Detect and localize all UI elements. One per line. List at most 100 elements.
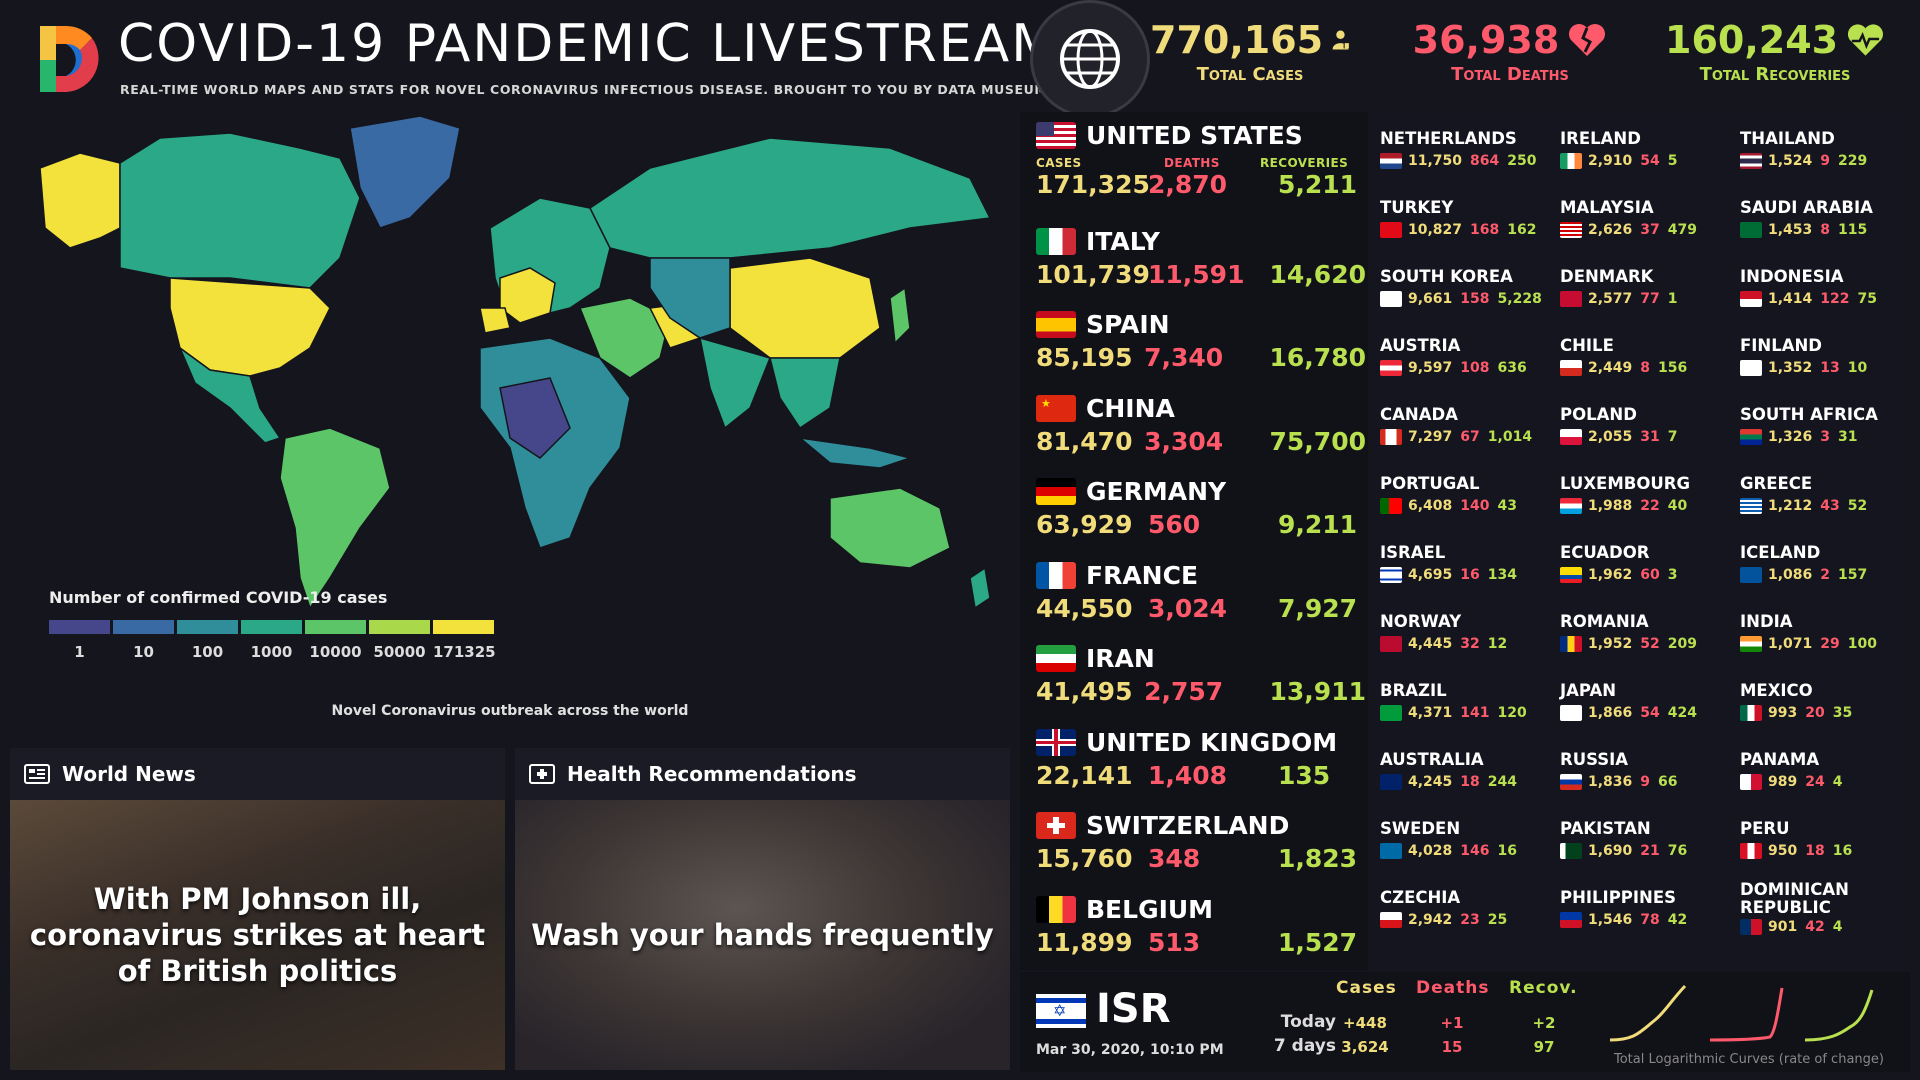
nl-flag-icon <box>1380 153 1402 169</box>
data-museum-logo <box>36 20 106 98</box>
cases-value: 2,055 <box>1588 429 1633 445</box>
health-recommendations-panel[interactable]: Health Recommendations Wash your hands f… <box>515 748 1010 1070</box>
country-cell-ecuador[interactable]: ECUADOR 1,962 60 3 <box>1560 544 1738 610</box>
country-cell-chile[interactable]: CHILE 2,449 8 156 <box>1560 337 1738 403</box>
cases-value: 44,550 <box>1036 594 1133 623</box>
za-flag-icon <box>1740 429 1762 445</box>
cases-value: 2,626 <box>1588 222 1633 238</box>
country-row-united-states[interactable]: UNITED STATES CASES DEATHS RECOVERIES 171,… <box>1036 120 1366 199</box>
cases-value: 1,690 <box>1588 843 1633 859</box>
globe-button[interactable] <box>1030 0 1150 118</box>
cases-value: 85,195 <box>1036 343 1133 372</box>
broken-heart-icon <box>1569 24 1606 56</box>
mx-flag-icon <box>1740 705 1762 721</box>
week-cases: 3,624 <box>1341 1038 1389 1056</box>
featured-country-panel[interactable]: ✡ ISR Mar 30, 2020, 10:10 PM Cases Death… <box>1020 972 1910 1072</box>
ch-flag-icon <box>1036 811 1076 839</box>
country-name: GREECE <box>1740 474 1813 493</box>
country-cell-indonesia[interactable]: INDONESIA 1,414 122 75 <box>1740 268 1918 334</box>
news-headline[interactable]: With PM Johnson ill, coronavirus strikes… <box>26 881 489 989</box>
deaths-value: 560 <box>1148 510 1201 539</box>
country-cell-saudi-arabia[interactable]: SAUDI ARABIA 1,453 8 115 <box>1740 199 1918 265</box>
total-deaths-stat: 36,938 Total Deaths <box>1410 18 1610 85</box>
country-cell-thailand[interactable]: THAILAND 1,524 9 229 <box>1740 130 1918 196</box>
news-story-card[interactable]: With PM Johnson ill, coronavirus strikes… <box>10 800 505 1070</box>
cases-value: 993 <box>1768 705 1798 721</box>
country-cell-austria[interactable]: AUSTRIA 9,597 108 636 <box>1380 337 1558 403</box>
country-cell-ireland[interactable]: IRELAND 2,910 54 5 <box>1560 130 1738 196</box>
country-cell-south-africa[interactable]: SOUTH AFRICA 1,326 3 31 <box>1740 406 1918 472</box>
cases-value: 63,929 <box>1036 510 1133 539</box>
country-cell-pakistan[interactable]: PAKISTAN 1,690 21 76 <box>1560 820 1738 886</box>
country-name: AUSTRALIA <box>1380 750 1484 769</box>
region-canada[interactable] <box>119 132 361 289</box>
country-cell-mexico[interactable]: MEXICO 993 20 35 <box>1740 682 1918 748</box>
cases-value: 4,371 <box>1408 705 1453 721</box>
country-cell-canada[interactable]: CANADA 7,297 67 1,014 <box>1380 406 1558 472</box>
country-row-china[interactable]: ★ CHINA 81,470 3,304 75,700 <box>1036 393 1366 456</box>
lu-flag-icon <box>1560 498 1582 514</box>
health-tip-card[interactable]: Wash your hands frequently <box>515 800 1010 1070</box>
world-news-panel[interactable]: World News With PM Johnson ill, coronavi… <box>10 748 505 1070</box>
cases-curve <box>1610 984 1687 1042</box>
country-cell-turkey[interactable]: TURKEY 10,827 168 162 <box>1380 199 1558 265</box>
recoveries-value: 75,700 <box>1269 427 1366 456</box>
country-name: POLAND <box>1560 405 1637 424</box>
country-cell-australia[interactable]: AUSTRALIA 4,245 18 244 <box>1380 751 1558 817</box>
country-cell-poland[interactable]: POLAND 2,055 31 7 <box>1560 406 1738 472</box>
page-subtitle: REAL-TIME WORLD MAPS AND STATS FOR NOVEL… <box>120 82 1053 97</box>
country-cell-panama[interactable]: PANAMA 989 24 4 <box>1740 751 1918 817</box>
it-flag-icon <box>1036 227 1076 255</box>
country-row-united-kingdom[interactable]: UNITED KINGDOM 22,141 1,408 135 <box>1036 727 1366 790</box>
country-cell-malaysia[interactable]: MALAYSIA 2,626 37 479 <box>1560 199 1738 265</box>
country-row-spain[interactable]: SPAIN 85,195 7,340 16,780 <box>1036 309 1366 372</box>
total-cases-value: 770,165 <box>1150 18 1324 62</box>
cases-value: 15,760 <box>1036 844 1133 873</box>
country-cell-india[interactable]: INDIA 1,071 29 100 <box>1740 613 1918 679</box>
deaths-value: 348 <box>1148 844 1201 873</box>
region-spain[interactable] <box>479 307 511 334</box>
country-cell-sweden[interactable]: SWEDEN 4,028 146 16 <box>1380 820 1558 886</box>
cases-value: 1,988 <box>1588 498 1633 514</box>
cases-value: 81,470 <box>1036 427 1133 456</box>
country-cell-japan[interactable]: JAPAN 1,866 54 424 <box>1560 682 1738 748</box>
country-row-belgium[interactable]: BELGIUM 11,899 513 1,527 <box>1036 894 1366 957</box>
country-row-italy[interactable]: ITALY 101,739 11,591 14,620 <box>1036 226 1366 289</box>
today-cases: +448 <box>1343 1014 1387 1032</box>
country-cell-greece[interactable]: GREECE 1,212 43 52 <box>1740 475 1918 541</box>
country-cell-brazil[interactable]: BRAZIL 4,371 141 120 <box>1380 682 1558 748</box>
pa-flag-icon <box>1740 774 1762 790</box>
country-name: ROMANIA <box>1560 612 1649 631</box>
country-cell-iceland[interactable]: ICELAND 1,086 2 157 <box>1740 544 1918 610</box>
country-cell-denmark[interactable]: DENMARK 2,577 77 1 <box>1560 268 1738 334</box>
country-cell-czechia[interactable]: CZECHIA 2,942 23 25 <box>1380 889 1558 955</box>
country-cell-south-korea[interactable]: SOUTH KOREA 9,661 158 5,228 <box>1380 268 1558 334</box>
country-grid-panel: NETHERLANDS 11,750 864 250 IRELAND 2,910 54 5 TH… <box>1372 112 1910 970</box>
country-cell-luxembourg[interactable]: LUXEMBOURG 1,988 22 40 <box>1560 475 1738 541</box>
country-row-iran[interactable]: IRAN 41,495 2,757 13,911 <box>1036 643 1366 706</box>
country-cell-israel[interactable]: ISRAEL 4,695 16 134 <box>1380 544 1558 610</box>
country-cell-peru[interactable]: PERU 950 18 16 <box>1740 820 1918 886</box>
country-cell-netherlands[interactable]: NETHERLANDS 11,750 864 250 <box>1380 130 1558 196</box>
cases-value: 1,952 <box>1588 636 1633 652</box>
legend-swatch <box>177 620 238 634</box>
country-cell-romania[interactable]: ROMANIA 1,952 52 209 <box>1560 613 1738 679</box>
country-cell-finland[interactable]: FINLAND 1,352 13 10 <box>1740 337 1918 403</box>
deaths-value: 146 <box>1460 843 1490 859</box>
country-cell-philippines[interactable]: PHILIPPINES 1,546 78 42 <box>1560 889 1738 955</box>
deaths-value: 54 <box>1640 153 1660 169</box>
cases-value: 1,546 <box>1588 912 1633 928</box>
deaths-value: 16 <box>1460 567 1480 583</box>
country-cell-dominican-republic[interactable]: DOMINICAN REPUBLIC 901 42 4 <box>1740 881 1918 955</box>
country-cell-russia[interactable]: RUSSIA 1,836 9 66 <box>1560 751 1738 817</box>
country-cell-portugal[interactable]: PORTUGAL 6,408 140 43 <box>1380 475 1558 541</box>
country-row-germany[interactable]: GERMANY 63,929 560 9,211 <box>1036 476 1366 539</box>
region-alaska[interactable] <box>39 152 121 249</box>
deaths-value: 18 <box>1805 843 1825 859</box>
cases-value: 1,866 <box>1588 705 1633 721</box>
country-row-switzerland[interactable]: SWITZERLAND 15,760 348 1,823 <box>1036 810 1366 873</box>
country-name: MALAYSIA <box>1560 198 1654 217</box>
deaths-value: 122 <box>1820 291 1850 307</box>
country-cell-norway[interactable]: NORWAY 4,445 32 12 <box>1380 613 1558 679</box>
country-row-france[interactable]: FRANCE 44,550 3,024 7,927 <box>1036 560 1366 623</box>
